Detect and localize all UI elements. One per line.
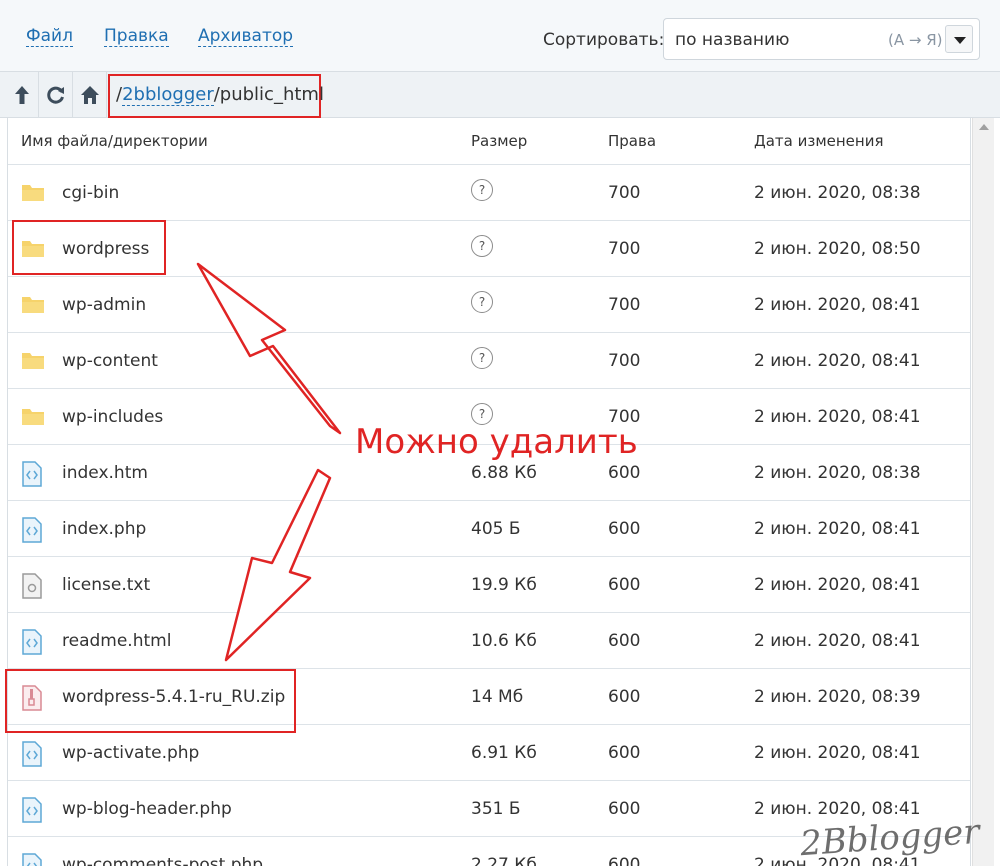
file-size: 10.6 Кб [471,630,537,651]
code-file-icon [21,629,45,655]
menu-archiver[interactable]: Архиватор [198,26,294,47]
file-permissions[interactable]: 600 [608,837,640,866]
size-unknown-cell: ? [471,221,493,276]
file-modified-date: 2 июн. 2020, 08:50 [754,238,921,259]
refresh-button[interactable] [39,72,73,118]
table-row[interactable]: cgi-bin? 700 2 июн. 2020, 08:38 [8,165,970,221]
table-row[interactable]: index.php 405 Б 600 2 июн. 2020, 08:41 [8,501,970,557]
file-size: 351 Б [471,798,521,819]
col-header-date[interactable]: Дата изменения [754,118,884,164]
table-row[interactable]: wp-admin? 700 2 июн. 2020, 08:41 [8,277,970,333]
file-modified-date: 2 июн. 2020, 08:41 [754,350,921,371]
breadcrumb: /2bblogger/public_html [108,74,324,118]
file-permissions[interactable]: 600 [608,613,640,668]
up-button[interactable] [5,72,39,118]
file-permissions[interactable]: 700 [608,277,640,332]
file-modified-date: 2 июн. 2020, 08:38 [754,462,921,483]
path-toolbar: /2bblogger/public_html [0,72,1000,118]
folder-icon [21,405,45,429]
annotation-callout: Можно удалить [355,422,638,462]
table-header: Имя файла/директории Размер Права Дата и… [8,118,970,165]
code-file-icon [21,517,45,543]
file-name[interactable]: wp-admin [62,277,146,332]
size-unknown-cell: ? [471,333,493,388]
vertical-scrollbar[interactable] [972,118,994,866]
file-modified-date: 2 июн. 2020, 08:38 [754,182,921,203]
file-name[interactable]: wp-blog-header.php [62,781,232,836]
file-name[interactable]: readme.html [62,613,171,668]
file-name[interactable]: wp-comments-post.php [62,837,263,866]
arrow-up-icon [14,86,29,104]
file-size: 2.27 Кб [471,854,537,866]
home-icon [80,86,99,104]
col-header-name[interactable]: Имя файла/директории [21,118,208,164]
file-modified-date: 2 июн. 2020, 08:39 [754,686,921,707]
size-unknown-cell: ? [471,277,493,332]
help-icon[interactable]: ? [471,178,493,201]
file-size: 19.9 Кб [471,574,537,595]
file-modified-date: 2 июн. 2020, 08:41 [754,294,921,315]
file-name[interactable]: wp-includes [62,389,163,444]
menu-edit[interactable]: Правка [104,26,169,47]
file-name[interactable]: license.txt [62,557,150,612]
code-file-icon [21,741,45,767]
sort-value: по названию [675,30,790,50]
file-modified-date: 2 июн. 2020, 08:41 [754,630,921,651]
top-menu-bar: Файл Правка Архиватор Сортировать: по на… [0,0,1000,72]
help-icon[interactable]: ? [471,290,493,313]
folder-icon [21,293,45,317]
file-name[interactable]: index.htm [62,445,148,500]
scroll-up-icon[interactable] [979,124,989,130]
code-file-icon [21,853,45,866]
folder-icon [21,349,45,373]
file-size: 405 Б [471,518,521,539]
help-icon[interactable]: ? [471,346,493,369]
table-row[interactable]: wp-content? 700 2 июн. 2020, 08:41 [8,333,970,389]
path-link-home[interactable]: 2bblogger [122,84,214,106]
menu-file[interactable]: Файл [26,26,73,47]
file-modified-date: 2 июн. 2020, 08:41 [754,406,921,427]
sort-hint: (А → Я) [888,31,943,49]
code-file-icon [21,461,45,487]
folder-icon [21,181,45,205]
file-name[interactable]: wp-activate.php [62,725,199,780]
refresh-icon [46,86,64,104]
help-icon[interactable]: ? [471,234,493,257]
file-permissions[interactable]: 600 [608,725,640,780]
file-name[interactable]: cgi-bin [62,165,119,220]
file-name[interactable]: wp-content [62,333,158,388]
size-unknown-cell: ? [471,165,493,220]
file-permissions[interactable]: 700 [608,165,640,220]
file-modified-date: 2 июн. 2020, 08:41 [754,518,921,539]
highlight-wordpress [12,220,166,275]
file-modified-date: 2 июн. 2020, 08:41 [754,742,921,763]
file-permissions[interactable]: 600 [608,781,640,836]
text-file-icon [21,573,45,599]
sort-select[interactable]: по названию (А → Я) [663,18,980,60]
file-permissions[interactable]: 600 [608,501,640,556]
highlight-zip [5,669,296,733]
table-row[interactable]: wp-activate.php 6.91 Кб 600 2 июн. 2020, 08… [8,725,970,781]
chevron-down-icon[interactable] [945,25,973,53]
file-permissions[interactable]: 600 [608,557,640,612]
code-file-icon [21,797,45,823]
file-size: 6.91 Кб [471,742,537,763]
file-size: 14 Мб [471,686,524,707]
file-permissions[interactable]: 700 [608,333,640,388]
col-header-size[interactable]: Размер [471,118,527,164]
sort-label: Сортировать: [543,30,665,50]
path-current: /public_html [213,84,324,105]
file-permissions[interactable]: 600 [608,669,640,724]
home-button[interactable] [73,72,107,118]
col-header-perm[interactable]: Права [608,118,656,164]
file-modified-date: 2 июн. 2020, 08:41 [754,574,921,595]
file-name[interactable]: index.php [62,501,146,556]
file-permissions[interactable]: 700 [608,221,640,276]
table-row[interactable]: license.txt 19.9 Кб 600 2 июн. 2020, 08:41 [8,557,970,613]
table-row[interactable]: readme.html 10.6 Кб 600 2 июн. 2020, 08:41 [8,613,970,669]
